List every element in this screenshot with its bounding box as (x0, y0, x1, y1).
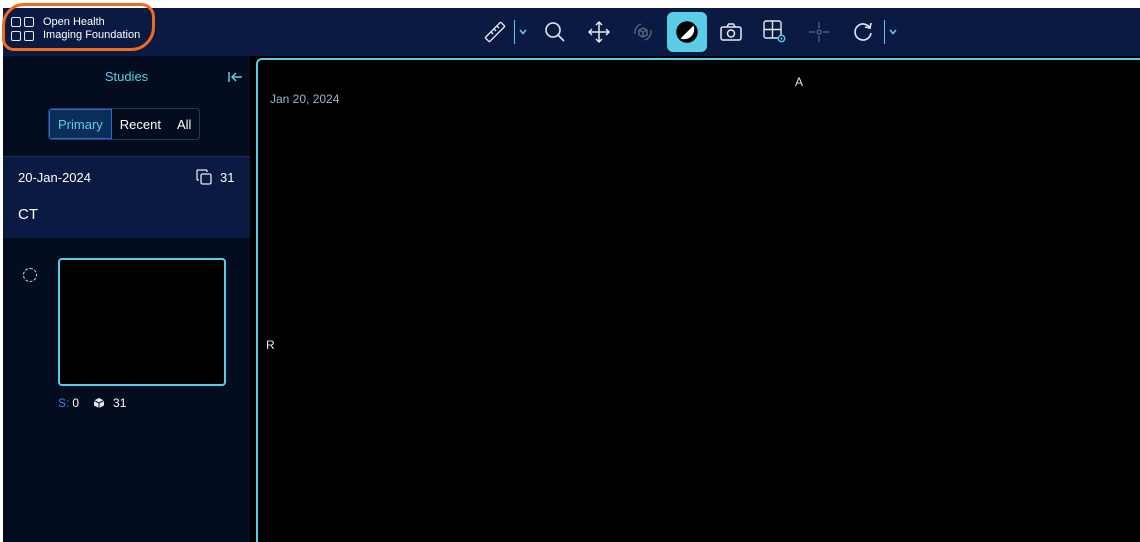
study-filter-tabs: Primary Recent All (48, 108, 201, 140)
crosshairs-tool-button[interactable] (799, 12, 839, 52)
series-s-value: 0 (72, 396, 80, 410)
logo-line-2: Imaging Foundation (43, 29, 141, 41)
stack-icon (196, 169, 212, 185)
crosshair-icon (809, 22, 829, 42)
capture-tool-button[interactable] (711, 12, 751, 52)
grid-settings-icon (763, 20, 786, 43)
pan-tool-button[interactable] (579, 12, 619, 52)
collapse-panel-icon[interactable] (227, 69, 243, 85)
ohif-logo[interactable]: Open Health Imaging Foundation (11, 16, 140, 42)
zoom-tool-button[interactable] (535, 12, 575, 52)
tab-recent[interactable]: Recent (112, 109, 169, 139)
contrast-icon (676, 21, 698, 43)
window-level-tool-button[interactable] (667, 12, 707, 52)
orientation-marker-top: A (795, 75, 804, 89)
rotate-cube-icon (634, 23, 652, 41)
measurement-dropdown-button[interactable] (516, 12, 530, 52)
top-toolbar: Open Health Imaging Foundation (3, 8, 1140, 56)
studies-title: Studies (104, 69, 149, 84)
tab-primary[interactable]: Primary (49, 109, 112, 139)
tab-all[interactable]: All (169, 109, 199, 139)
more-tools-dropdown-button[interactable] (886, 12, 900, 52)
redo-icon (854, 22, 872, 41)
ruler-icon (484, 21, 506, 43)
camera-icon (720, 23, 742, 41)
rotate-3d-tool-button[interactable] (623, 12, 663, 52)
studies-panel: Studies Primary Recent All 20-Jan-2024 3… (3, 56, 250, 542)
reset-tool-button[interactable] (843, 12, 883, 52)
series-thumbnail[interactable] (58, 258, 226, 386)
measurement-tool-button[interactable] (475, 12, 515, 52)
cube-icon (93, 398, 105, 408)
series-meta: S: 0 31 (58, 396, 126, 410)
study-item[interactable]: 20-Jan-2024 31 CT (3, 156, 250, 238)
loading-indicator-icon (23, 268, 37, 282)
series-s-label: S: (58, 396, 70, 410)
study-date: 20-Jan-2024 (18, 170, 91, 185)
logo-grid-icon (11, 17, 35, 41)
layout-tool-button[interactable] (755, 12, 795, 52)
orientation-marker-left: R (266, 338, 275, 352)
series-image-count: 31 (113, 396, 127, 410)
viewport-study-date: Jan 20, 2024 (270, 92, 340, 106)
move-arrows-icon (587, 20, 611, 44)
study-instance-count: 31 (196, 169, 234, 185)
study-modality: CT (18, 206, 38, 223)
viewer-window: Open Health Imaging Foundation Studies P… (3, 8, 1140, 542)
chevron-down-icon (519, 29, 527, 35)
magnifier-icon (545, 22, 565, 42)
chevron-down-icon (889, 29, 897, 35)
logo-line-1: Open Health (43, 16, 105, 28)
image-viewport[interactable]: A Jan 20, 2024 R (256, 58, 1140, 542)
